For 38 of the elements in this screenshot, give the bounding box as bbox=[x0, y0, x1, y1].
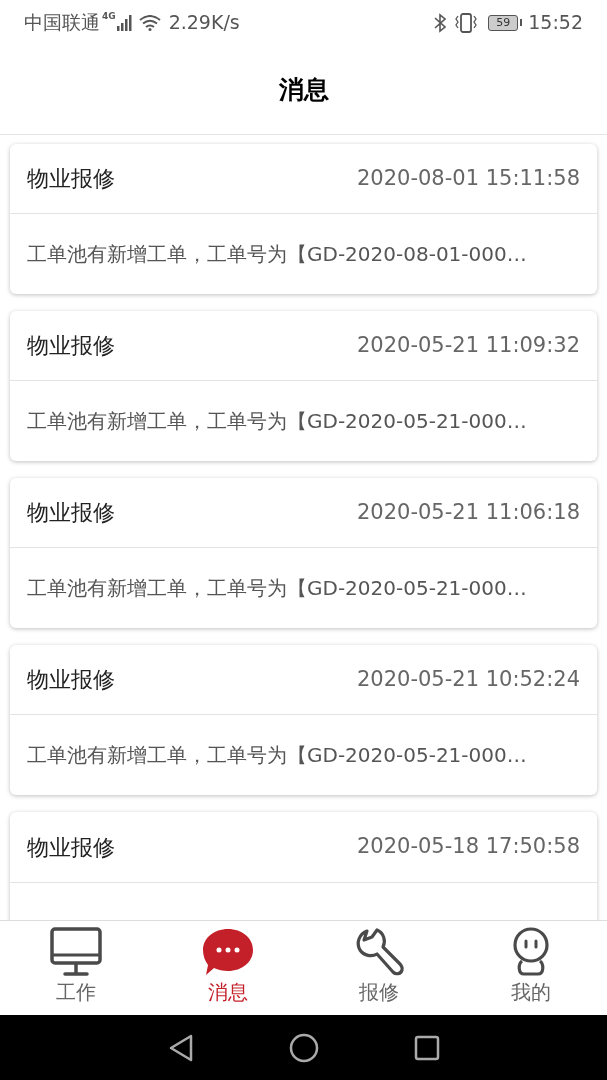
message-card[interactable]: 物业报修 2020-05-21 11:06:18 工单池有新增工单，工单号为【GD-2020-05-21-000… bbox=[10, 478, 597, 628]
battery-icon: 59 bbox=[488, 14, 519, 31]
message-text: 工单池有新增工单，工单号为【GD-2020-05-21-000… bbox=[27, 575, 527, 602]
message-time: 2020-05-21 11:06:18 bbox=[356, 498, 580, 526]
network-type: 4G bbox=[102, 10, 116, 23]
message-category: 物业报修 bbox=[27, 499, 115, 527]
chat-bubble-icon bbox=[201, 927, 254, 977]
recents-icon[interactable] bbox=[413, 1034, 440, 1061]
message-category: 物业报修 bbox=[27, 165, 115, 193]
message-text: 工单池有新增工单，工单号为【GD-2020-05-21-000… bbox=[27, 408, 527, 435]
carrier-name: 中国联通 bbox=[24, 10, 100, 36]
message-card[interactable]: 物业报修 2020-05-18 17:50:58 bbox=[10, 812, 597, 920]
page-title: 消息 bbox=[278, 73, 329, 106]
tab-button[interactable]: 消息 bbox=[151, 921, 304, 1015]
message-time: 2020-08-01 15:11:58 bbox=[356, 164, 580, 192]
message-time: 2020-05-21 10:52:24 bbox=[356, 665, 580, 693]
wifi-icon bbox=[138, 14, 161, 31]
home-icon[interactable] bbox=[288, 1032, 319, 1063]
tab-button[interactable]: 我的 bbox=[455, 921, 607, 1015]
message-text: 工单池有新增工单，工单号为【GD-2020-08-01-000… bbox=[27, 241, 527, 268]
vibrate-icon bbox=[454, 12, 479, 33]
network-speed: 2.29K/s bbox=[168, 10, 240, 36]
tab-button[interactable]: 报修 bbox=[303, 921, 456, 1015]
message-category: 物业报修 bbox=[27, 666, 115, 694]
message-text: 工单池有新增工单，工单号为【GD-2020-05-21-000… bbox=[27, 742, 527, 769]
message-time: 2020-05-18 17:50:58 bbox=[356, 833, 580, 861]
message-time: 2020-05-21 11:09:32 bbox=[356, 331, 580, 359]
message-category: 物业报修 bbox=[27, 332, 115, 360]
message-card[interactable]: 物业报修 2020-05-21 11:09:32 工单池有新增工单，工单号为【GD-2020-05-21-000… bbox=[10, 311, 597, 461]
message-category: 物业报修 bbox=[27, 833, 115, 862]
back-icon[interactable] bbox=[167, 1033, 194, 1062]
bluetooth-icon bbox=[434, 12, 447, 33]
clock-time: 15:52 bbox=[528, 10, 583, 36]
tab-button[interactable]: 工作 bbox=[0, 921, 152, 1015]
message-card[interactable]: 物业报修 2020-08-01 15:11:58 工单池有新增工单，工单号为【GD-2020-08-01-000… bbox=[10, 144, 597, 294]
signal-icon bbox=[116, 14, 133, 31]
message-card[interactable]: 物业报修 2020-05-21 10:52:24 工单池有新增工单，工单号为【GD-2020-05-21-000… bbox=[10, 645, 597, 795]
monitor-icon bbox=[49, 927, 102, 977]
